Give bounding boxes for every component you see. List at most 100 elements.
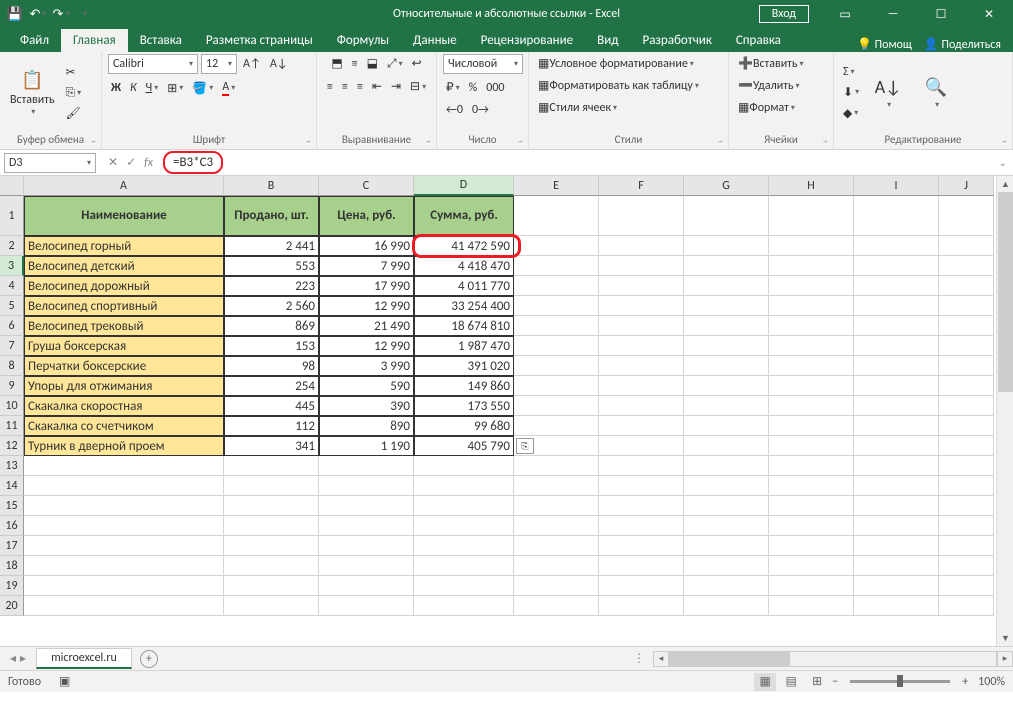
cell[interactable] <box>599 596 684 616</box>
cell[interactable] <box>514 296 599 316</box>
cell[interactable]: Цена, руб. <box>319 196 414 236</box>
cell[interactable] <box>599 336 684 356</box>
cell[interactable] <box>514 316 599 336</box>
cell[interactable] <box>769 416 854 436</box>
cell[interactable] <box>684 476 769 496</box>
cell[interactable]: 153 <box>224 336 319 356</box>
cell[interactable]: Велосипед детский <box>24 256 224 276</box>
cell[interactable] <box>514 236 599 256</box>
cell[interactable]: 254 <box>224 376 319 396</box>
cell[interactable] <box>939 336 994 356</box>
cell[interactable] <box>684 456 769 476</box>
fill-color-icon[interactable]: 🪣▾ <box>189 79 216 98</box>
cell[interactable] <box>414 576 514 596</box>
cell[interactable]: Турник в дверной проем <box>24 436 224 456</box>
horizontal-scrollbar[interactable]: ⋮ ◂ ▸ <box>633 651 1013 667</box>
comma-icon[interactable]: 000 <box>483 79 507 97</box>
cell[interactable] <box>599 496 684 516</box>
cell[interactable] <box>514 276 599 296</box>
cell[interactable]: Продано, шт. <box>224 196 319 236</box>
sheet-tab[interactable]: microexcel.ru <box>36 648 132 669</box>
cell[interactable]: 98 <box>224 356 319 376</box>
cell[interactable]: 553 <box>224 256 319 276</box>
cell[interactable] <box>769 196 854 236</box>
cell[interactable] <box>514 336 599 356</box>
cell[interactable] <box>769 476 854 496</box>
find-select-button[interactable]: 🔍▾ <box>914 74 958 112</box>
cell[interactable] <box>854 376 939 396</box>
cell[interactable]: 33 254 400 <box>414 296 514 316</box>
shrink-font-icon[interactable]: A↓ <box>267 55 291 73</box>
cell[interactable] <box>414 456 514 476</box>
cell[interactable] <box>939 396 994 416</box>
cell[interactable] <box>319 556 414 576</box>
cell[interactable] <box>224 456 319 476</box>
cell[interactable] <box>684 576 769 596</box>
cell[interactable] <box>684 556 769 576</box>
cell[interactable] <box>854 396 939 416</box>
select-all-corner[interactable] <box>0 176 24 196</box>
cut-icon[interactable]: ✂ <box>63 63 85 82</box>
format-cells-button[interactable]: ▦ Формат ▾ <box>735 98 798 117</box>
cell[interactable]: 391 020 <box>414 356 514 376</box>
cell[interactable]: 1 987 470 <box>414 336 514 356</box>
cell[interactable] <box>24 456 224 476</box>
ribbon-options-icon[interactable]: ▭ <box>825 0 865 28</box>
tab-разметка страницы[interactable]: Разметка страницы <box>194 29 325 52</box>
cell[interactable]: Груша боксерская <box>24 336 224 356</box>
cell[interactable] <box>939 296 994 316</box>
cell[interactable] <box>939 496 994 516</box>
cell[interactable]: Перчатки боксерские <box>24 356 224 376</box>
cell[interactable] <box>224 516 319 536</box>
cell[interactable] <box>319 576 414 596</box>
cell[interactable] <box>684 396 769 416</box>
col-header-F[interactable]: F <box>599 176 684 196</box>
cell[interactable] <box>599 576 684 596</box>
inc-decimal-icon[interactable]: ←0 <box>443 101 466 119</box>
cell[interactable] <box>769 236 854 256</box>
cell[interactable] <box>939 376 994 396</box>
cell[interactable] <box>319 596 414 616</box>
cell[interactable] <box>224 496 319 516</box>
cell[interactable] <box>224 596 319 616</box>
cell[interactable] <box>684 296 769 316</box>
dec-decimal-icon[interactable]: 0→ <box>469 101 492 119</box>
save-icon[interactable]: 💾 <box>4 3 26 25</box>
cell[interactable]: 41 472 590 <box>414 236 514 256</box>
cell[interactable] <box>599 516 684 536</box>
cell[interactable] <box>599 476 684 496</box>
cell[interactable] <box>514 416 599 436</box>
indent-inc-icon[interactable]: ⇥ <box>388 77 404 96</box>
cell[interactable] <box>599 296 684 316</box>
align-middle-icon[interactable]: ≡ <box>349 55 361 73</box>
cell[interactable] <box>684 316 769 336</box>
scroll-down-icon[interactable]: ▼ <box>997 630 1013 646</box>
cell[interactable]: 2 560 <box>224 296 319 316</box>
bold-icon[interactable]: Ж <box>108 79 124 97</box>
format-painter-icon[interactable]: 🖌 <box>63 104 85 123</box>
cell[interactable] <box>684 596 769 616</box>
cell[interactable] <box>224 576 319 596</box>
cell[interactable]: Скакалка скоростная <box>24 396 224 416</box>
cell[interactable] <box>939 536 994 556</box>
share-button[interactable]: 👤 Поделиться <box>924 37 1001 52</box>
cell[interactable] <box>414 496 514 516</box>
cell[interactable] <box>939 596 994 616</box>
cell[interactable] <box>939 316 994 336</box>
col-header-C[interactable]: C <box>319 176 414 196</box>
cell[interactable] <box>514 356 599 376</box>
cell[interactable] <box>514 456 599 476</box>
cell[interactable] <box>514 376 599 396</box>
orientation-icon[interactable]: ⤢▾ <box>384 55 406 73</box>
cell[interactable] <box>769 436 854 456</box>
cell[interactable] <box>24 556 224 576</box>
cell[interactable] <box>854 516 939 536</box>
col-header-H[interactable]: H <box>769 176 854 196</box>
cell[interactable]: 3 990 <box>319 356 414 376</box>
cell[interactable]: 173 550 <box>414 396 514 416</box>
row-header-10[interactable]: 10 <box>0 396 24 416</box>
cell[interactable] <box>854 576 939 596</box>
cell-styles-button[interactable]: ▦ Стили ячеек▾ <box>535 98 620 117</box>
row-header-2[interactable]: 2 <box>0 236 24 256</box>
cell[interactable] <box>854 556 939 576</box>
